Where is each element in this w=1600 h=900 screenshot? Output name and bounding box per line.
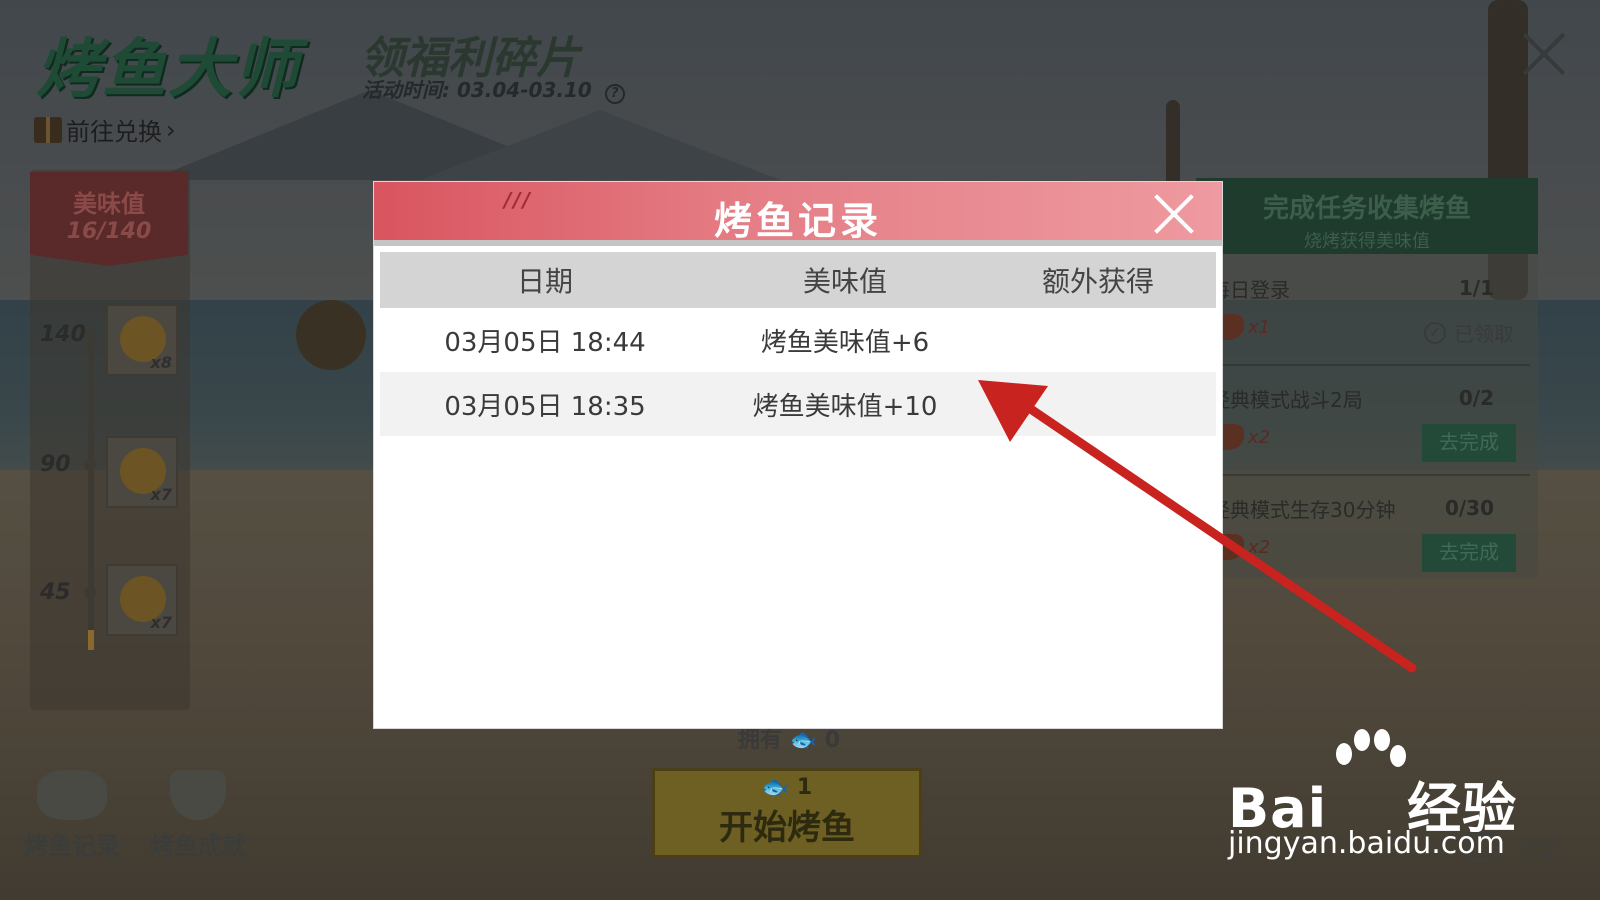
- modal-header-stripe: [374, 240, 1222, 246]
- table-row: 03月05日 18:35 烤鱼美味值+10: [380, 372, 1216, 436]
- milestone-90: 90: [40, 452, 96, 477]
- tasty-label: 美味值: [73, 190, 145, 218]
- record-table-header: 日期 美味值 额外获得: [380, 252, 1216, 308]
- fish-icon: 🐟: [789, 728, 818, 753]
- task-progress: 0/30: [1444, 496, 1494, 520]
- record-table: 日期 美味值 额外获得 03月05日 18:44 烤鱼美味值+6 03月05日 …: [380, 252, 1216, 436]
- milestone-reward-box[interactable]: x7: [106, 436, 178, 508]
- nav-label: 烤鱼成就: [150, 832, 246, 860]
- task-name: 经典模式战斗2局: [1210, 388, 1363, 412]
- reward-count: x8: [150, 353, 172, 372]
- milestone-dot: [84, 458, 96, 471]
- reward-count: x7: [150, 613, 172, 632]
- own-label: 拥有: [738, 728, 783, 753]
- game-title: 烤鱼大师: [36, 33, 300, 107]
- milestone-reward-box[interactable]: x8: [106, 304, 178, 376]
- milestone-progress-fill: [88, 630, 94, 650]
- task-reward-count: x1: [1248, 316, 1271, 338]
- task-name: 经典模式生存30分钟: [1210, 498, 1396, 522]
- milestone-reward-box[interactable]: x7: [106, 564, 178, 636]
- milestone-45: 45: [40, 580, 96, 605]
- exchange-link-label: 前往兑换: [66, 118, 162, 146]
- start-grilling-button[interactable]: 🐟 1 开始烤鱼: [652, 768, 922, 858]
- baidu-watermark: Bai 经验 jingyan.baidu.com: [1228, 728, 1528, 868]
- go-complete-button[interactable]: 去完成: [1422, 534, 1516, 572]
- reward-count: x7: [150, 485, 172, 504]
- record-date: 03月05日 18:35: [444, 391, 646, 422]
- nav-label: 烤鱼记录: [24, 832, 120, 860]
- nav-grill-record[interactable]: 烤鱼记录: [24, 770, 120, 861]
- fish-icon: [37, 770, 107, 820]
- task-progress: 0/2: [1458, 386, 1494, 410]
- milestone-value: 90: [40, 452, 71, 477]
- column-header-date: 日期: [516, 265, 573, 298]
- help-icon[interactable]: ?: [604, 84, 625, 104]
- milestone-dot: [84, 586, 96, 599]
- task-progress: 1/1: [1458, 276, 1494, 300]
- start-cost: 🐟 1: [655, 771, 919, 800]
- task-row: 经典模式生存30分钟 0/30 x2 去完成: [1200, 482, 1530, 586]
- table-row: 03月05日 18:44 烤鱼美味值+6: [380, 308, 1216, 372]
- record-date: 03月05日 18:44: [444, 327, 646, 358]
- tasty-value: 16/140: [66, 219, 152, 244]
- task-row: 每日登录 1/1 x1 ✓ 已领取: [1200, 262, 1530, 366]
- task-reward-count: x2: [1248, 536, 1271, 558]
- trophy-icon: [170, 770, 226, 820]
- event-time: 活动时间: 03.04-03.10 ?: [362, 74, 625, 104]
- milestone-dot: [84, 328, 96, 341]
- start-cost-value: 1: [796, 775, 813, 800]
- own-count-value: 0: [824, 728, 841, 753]
- task-reward-count: x2: [1248, 426, 1271, 448]
- start-button-label: 开始烤鱼: [719, 808, 855, 848]
- check-circle-icon: ✓: [1424, 321, 1446, 344]
- record-tasty: 烤鱼美味值+10: [752, 391, 938, 422]
- task-claimed-label: 已领取: [1454, 322, 1514, 346]
- task-title: 完成任务收集烤鱼: [1262, 194, 1471, 224]
- event-time-text: 活动时间: 03.04-03.10: [362, 78, 592, 102]
- modal-header: /// 烤鱼记录: [374, 182, 1222, 246]
- gift-icon: [34, 116, 62, 143]
- milestone-value: 45: [40, 580, 71, 605]
- grill-record-modal: /// 烤鱼记录 日期 美味值 额外获得 03月05日 18:44 烤鱼美味值+…: [374, 182, 1222, 728]
- column-header-tasty: 美味值: [802, 265, 887, 298]
- close-icon[interactable]: [1152, 192, 1196, 236]
- task-header: 完成任务收集烤鱼 烧烤获得美味值: [1196, 178, 1538, 254]
- modal-title: 烤鱼记录: [713, 199, 882, 243]
- go-complete-button[interactable]: 去完成: [1422, 424, 1516, 462]
- chevron-right-icon: ›: [166, 115, 176, 144]
- record-tasty: 烤鱼美味值+6: [760, 327, 930, 358]
- milestone-value: 140: [40, 322, 86, 347]
- tasty-header: 美味值 16/140: [30, 172, 188, 266]
- watermark-url: jingyan.baidu.com: [1228, 826, 1505, 861]
- task-claimed-status: ✓ 已领取: [1424, 318, 1514, 347]
- column-header-extra: 额外获得: [1041, 265, 1154, 298]
- close-icon[interactable]: [1520, 30, 1568, 78]
- task-subtitle: 烧烤获得美味值: [1304, 231, 1430, 252]
- task-name: 每日登录: [1210, 278, 1290, 302]
- milestone-140: 140: [40, 322, 96, 347]
- exchange-link[interactable]: 前往兑换 ›: [34, 112, 176, 147]
- task-row: 经典模式战斗2局 0/2 x2 去完成: [1200, 372, 1530, 476]
- fish-icon: 🐟: [761, 775, 790, 800]
- nav-grill-achievement[interactable]: 烤鱼成就: [150, 770, 246, 861]
